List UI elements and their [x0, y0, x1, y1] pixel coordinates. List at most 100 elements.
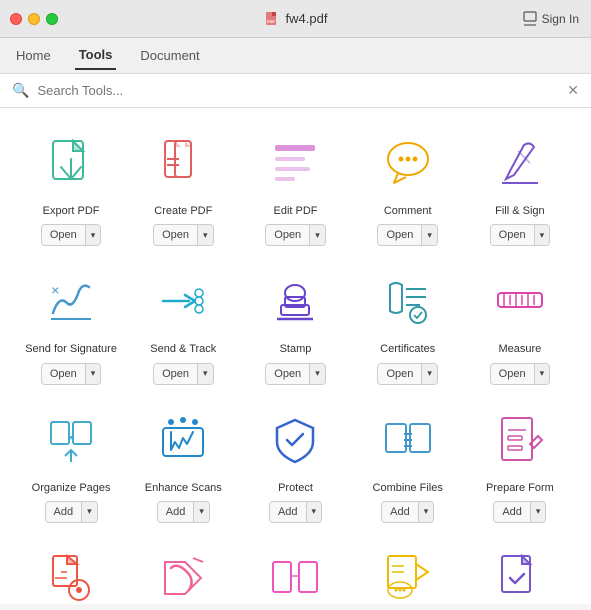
tool-icon-action-wizard[interactable]	[485, 543, 555, 604]
nav-tools[interactable]: Tools	[75, 41, 117, 70]
tool-btn-arrow-send-signature[interactable]: ▾	[85, 364, 101, 384]
tool-btn-group-export-pdf: Open▾	[41, 224, 101, 246]
tool-btn-arrow-measure[interactable]: ▾	[534, 364, 550, 384]
tool-label-comment: Comment	[384, 204, 432, 218]
tool-label-export-pdf: Export PDF	[43, 204, 100, 218]
tool-btn-group-measure: Open▾	[490, 363, 550, 385]
tool-item-protect: ProtectAdd▾	[244, 405, 346, 523]
tool-btn-arrow-edit-pdf[interactable]: ▾	[309, 225, 325, 245]
search-input[interactable]	[37, 83, 559, 98]
tool-label-organize-pages: Organize Pages	[32, 481, 111, 495]
tool-icon-redact[interactable]	[148, 543, 218, 604]
tool-item-measure: Measure Open▾	[469, 266, 571, 384]
tool-item-action-wizard: Action WizardAdd▾	[469, 543, 571, 604]
search-icon: 🔍	[12, 82, 29, 99]
pdf-file-icon: PDF	[264, 11, 280, 27]
maximize-button[interactable]	[46, 13, 58, 25]
tool-btn-organize-pages[interactable]: Add	[46, 502, 82, 522]
sign-in-button[interactable]: Sign In	[522, 11, 579, 27]
tool-btn-prepare-form[interactable]: Add	[494, 502, 530, 522]
tool-icon-optimize-pdf[interactable]	[36, 543, 106, 604]
tool-btn-certificates[interactable]: Open	[378, 364, 421, 384]
tool-btn-group-comment: Open▾	[377, 224, 437, 246]
tools-container: Export PDFOpen▾ Create PDFOpen▾ Edit PDF…	[0, 108, 591, 604]
tool-icon-send-comments[interactable]	[373, 543, 443, 604]
tool-btn-arrow-comment[interactable]: ▾	[421, 225, 437, 245]
tool-icon-compare-documents[interactable]	[260, 543, 330, 604]
tool-icon-prepare-form[interactable]	[485, 405, 555, 475]
tool-item-enhance-scans: Enhance Scans Add▾	[132, 405, 234, 523]
tool-label-fill-sign: Fill & Sign	[495, 204, 545, 218]
tool-btn-send-signature[interactable]: Open	[42, 364, 85, 384]
tool-btn-arrow-certificates[interactable]: ▾	[421, 364, 437, 384]
minimize-button[interactable]	[28, 13, 40, 25]
tool-btn-protect[interactable]: Add	[270, 502, 306, 522]
tool-btn-comment[interactable]: Open	[378, 225, 421, 245]
tool-btn-enhance-scans[interactable]: Add	[158, 502, 194, 522]
tool-icon-send-track[interactable]	[148, 266, 218, 336]
tool-btn-arrow-stamp[interactable]: ▾	[309, 364, 325, 384]
tool-item-redact: RedactAdd▾	[132, 543, 234, 604]
tool-item-send-signature: × Send for Signature Open▾	[20, 266, 122, 384]
tool-btn-arrow-organize-pages[interactable]: ▾	[81, 502, 97, 522]
tool-item-compare-documents: Compare DocumentsAdd▾	[244, 543, 346, 604]
tool-label-send-track: Send & Track	[150, 342, 216, 356]
tool-btn-measure[interactable]: Open	[491, 364, 534, 384]
tool-label-certificates: Certificates	[380, 342, 435, 356]
tool-btn-arrow-enhance-scans[interactable]: ▾	[193, 502, 209, 522]
tool-item-stamp: Stamp Open▾	[244, 266, 346, 384]
tool-btn-export-pdf[interactable]: Open	[42, 225, 85, 245]
tool-btn-group-organize-pages: Add▾	[45, 501, 98, 523]
tool-btn-arrow-export-pdf[interactable]: ▾	[85, 225, 101, 245]
tool-btn-group-send-track: Open▾	[153, 363, 213, 385]
tool-btn-stamp[interactable]: Open	[266, 364, 309, 384]
tool-icon-fill-sign[interactable]	[485, 128, 555, 198]
tool-icon-stamp[interactable]	[260, 266, 330, 336]
tool-btn-combine-files[interactable]: Add	[382, 502, 418, 522]
tool-label-prepare-form: Prepare Form	[486, 481, 554, 495]
nav-bar: Home Tools Document	[0, 38, 591, 74]
tool-label-send-signature: Send for Signature	[25, 342, 117, 356]
tool-label-stamp: Stamp	[280, 342, 312, 356]
tool-label-enhance-scans: Enhance Scans	[145, 481, 222, 495]
tool-btn-send-track[interactable]: Open	[154, 364, 197, 384]
tool-btn-group-stamp: Open▾	[265, 363, 325, 385]
tool-label-combine-files: Combine Files	[373, 481, 443, 495]
tool-icon-comment[interactable]	[373, 128, 443, 198]
tool-item-export-pdf: Export PDF Open▾	[20, 128, 122, 246]
tool-btn-arrow-prepare-form[interactable]: ▾	[530, 502, 546, 522]
tool-btn-edit-pdf[interactable]: Open	[266, 225, 309, 245]
tool-icon-organize-pages[interactable]	[36, 405, 106, 475]
tool-btn-group-prepare-form: Add▾	[493, 501, 546, 523]
nav-document[interactable]: Document	[136, 42, 203, 69]
nav-home[interactable]: Home	[12, 42, 55, 69]
tool-btn-arrow-send-track[interactable]: ▾	[197, 364, 213, 384]
tool-item-comment: Comment Open▾	[357, 128, 459, 246]
tool-icon-send-signature[interactable]: ×	[36, 266, 106, 336]
tool-icon-measure[interactable]	[485, 266, 555, 336]
tool-btn-group-edit-pdf: Open▾	[265, 224, 325, 246]
close-search-button[interactable]: ✕	[567, 82, 579, 99]
tool-btn-group-fill-sign: Open▾	[490, 224, 550, 246]
tool-item-edit-pdf: Edit PDFOpen▾	[244, 128, 346, 246]
search-bar: 🔍 ✕	[0, 74, 591, 108]
tool-btn-group-create-pdf: Open▾	[153, 224, 213, 246]
tool-item-send-track: Send & Track Open▾	[132, 266, 234, 384]
tool-btn-arrow-fill-sign[interactable]: ▾	[534, 225, 550, 245]
close-button[interactable]	[10, 13, 22, 25]
tool-btn-group-send-signature: Open▾	[41, 363, 101, 385]
tool-btn-arrow-combine-files[interactable]: ▾	[418, 502, 434, 522]
tool-btn-arrow-protect[interactable]: ▾	[306, 502, 322, 522]
tool-label-measure: Measure	[498, 342, 541, 356]
tool-btn-create-pdf[interactable]: Open	[154, 225, 197, 245]
tool-item-optimize-pdf: Optimize PDFAdd▾	[20, 543, 122, 604]
tool-icon-certificates[interactable]	[373, 266, 443, 336]
tool-icon-protect[interactable]	[260, 405, 330, 475]
tool-btn-arrow-create-pdf[interactable]: ▾	[197, 225, 213, 245]
tool-btn-fill-sign[interactable]: Open	[491, 225, 534, 245]
tool-icon-enhance-scans[interactable]	[148, 405, 218, 475]
tool-icon-create-pdf[interactable]	[148, 128, 218, 198]
tool-icon-edit-pdf[interactable]	[260, 128, 330, 198]
tool-icon-export-pdf[interactable]	[36, 128, 106, 198]
tool-icon-combine-files[interactable]	[373, 405, 443, 475]
